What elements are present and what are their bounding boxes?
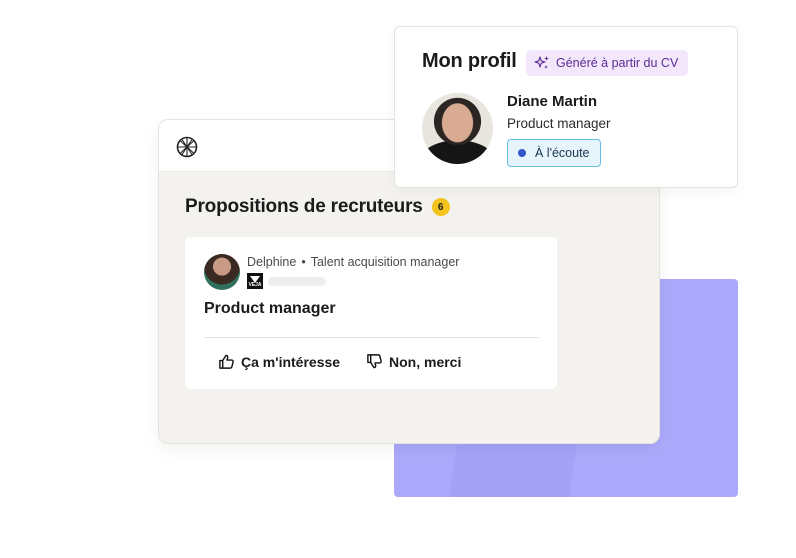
status-dot-icon: [518, 149, 526, 157]
propositions-count-badge: 6: [431, 198, 450, 216]
recruiter-info: Delphine • Talent acquisition manager: [247, 255, 459, 269]
cv-badge-label: Généré à partir du CV: [556, 56, 679, 70]
recruiter-role: Talent acquisition manager: [310, 255, 460, 269]
recruiter-name: Delphine: [247, 255, 297, 269]
generated-from-cv-badge: Généré à partir du CV: [526, 50, 689, 76]
recruiter-separator: •: [301, 255, 306, 269]
profile-role: Product manager: [507, 116, 611, 131]
logo-icon: [176, 136, 198, 158]
profile-card: Mon profil Généré à partir du CV Diane M…: [394, 26, 738, 188]
company-name-placeholder: [268, 277, 326, 286]
thumbs-up-icon: [219, 354, 234, 369]
status-label: À l'écoute: [535, 146, 590, 160]
company-logo: VEJA: [247, 273, 263, 289]
company-logo-text: VEJA: [248, 282, 262, 288]
offer-job-title: Product manager: [204, 300, 336, 317]
not-interested-label: Non, merci: [389, 353, 462, 370]
recruiter-avatar: [204, 254, 240, 290]
propositions-title: Propositions de recruteurs: [185, 196, 423, 217]
interested-label: Ça m'intéresse: [241, 353, 341, 370]
profile-name: Diane Martin: [507, 93, 598, 110]
divider: [204, 337, 539, 338]
status-badge: À l'écoute: [507, 139, 601, 167]
profile-title: Mon profil: [422, 50, 517, 72]
profile-avatar: [422, 93, 493, 164]
sparkles-icon: [534, 56, 549, 69]
thumbs-down-icon: [367, 354, 382, 369]
propositions-title-row: Propositions de recruteurs 6: [185, 196, 450, 218]
offer-card[interactable]: Delphine • Talent acquisition manager VE…: [185, 237, 557, 389]
not-interested-button[interactable]: Non, merci: [366, 353, 461, 370]
interested-button[interactable]: Ça m'intéresse: [218, 353, 340, 370]
